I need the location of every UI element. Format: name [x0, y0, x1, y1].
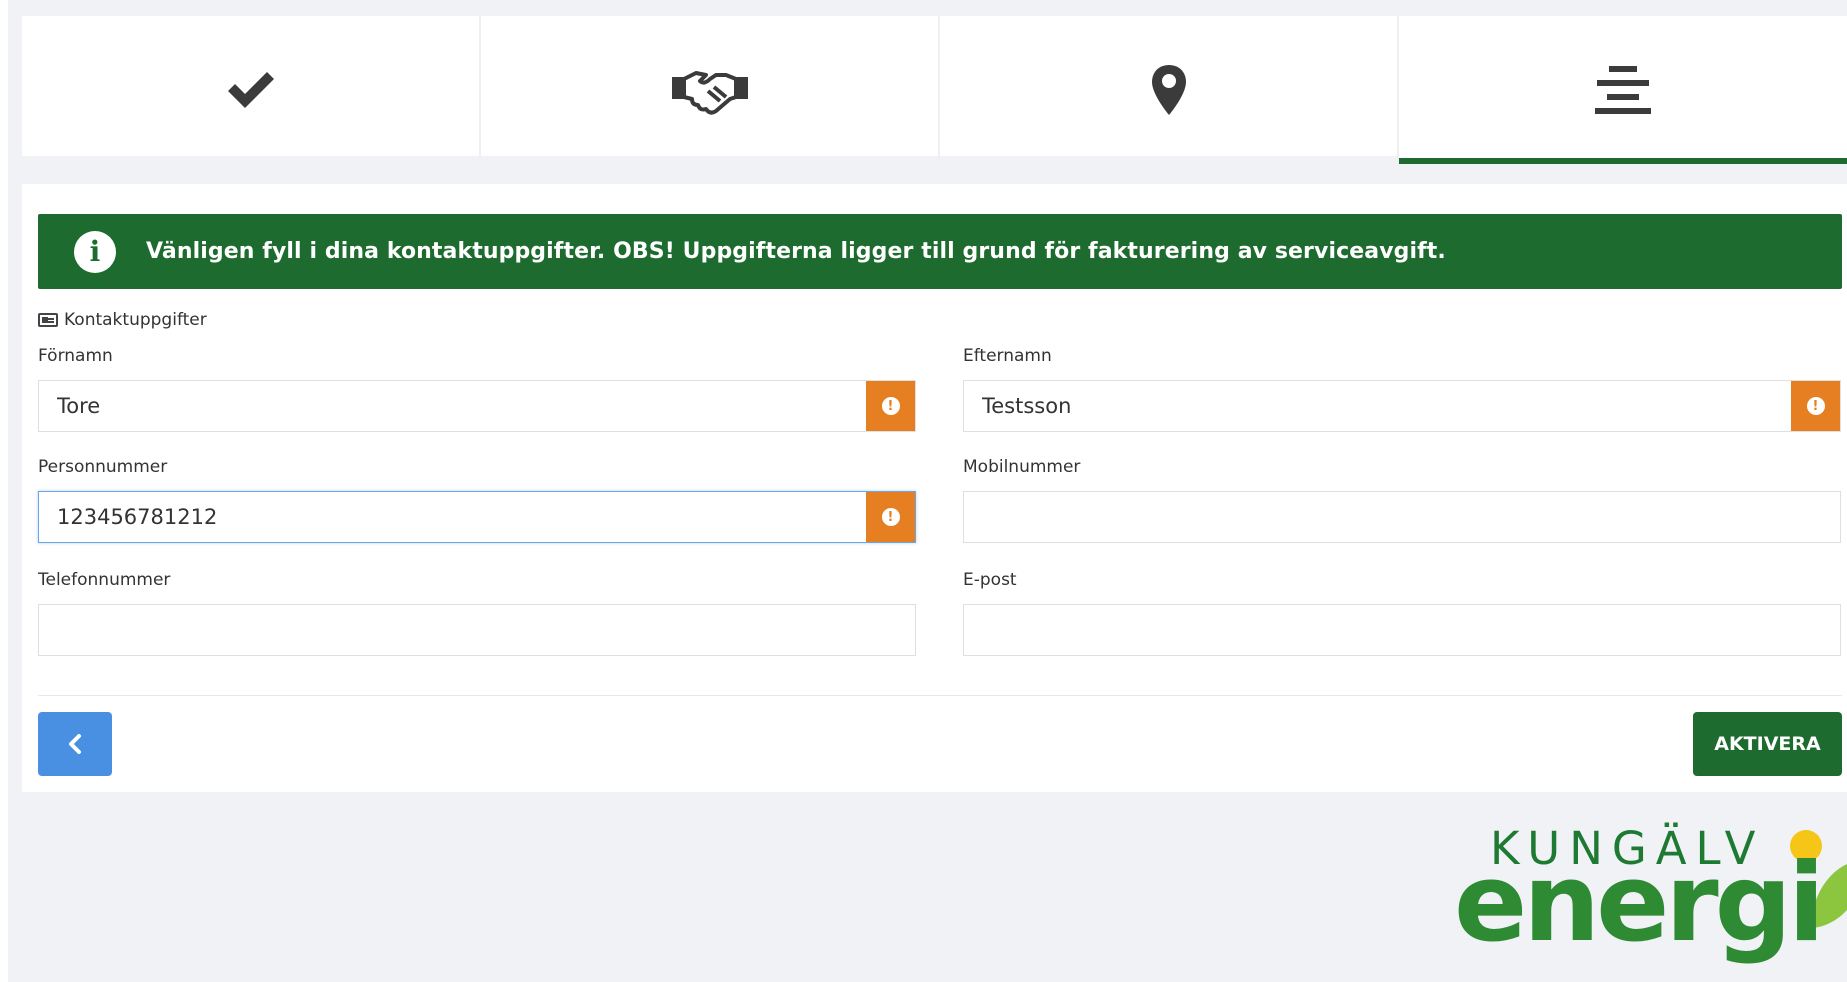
step-indicator — [940, 156, 1397, 164]
last-name-input-group: ! — [963, 380, 1841, 432]
personal-number-input-group: ! — [38, 491, 916, 543]
step-tab-confirm[interactable] — [22, 16, 481, 164]
last-name-warning: ! — [1791, 381, 1840, 431]
chevron-left-icon — [69, 734, 81, 754]
contact-form-panel: i Vänligen fyll i dina kontaktuppgifter.… — [22, 184, 1847, 792]
step-tab-location[interactable] — [940, 16, 1399, 164]
activate-button[interactable]: AKTIVERA — [1693, 712, 1842, 776]
phone-input-group — [38, 604, 916, 656]
step-active-indicator — [1399, 158, 1847, 164]
checkmark-icon — [227, 72, 274, 108]
mobile-input[interactable] — [964, 492, 1840, 542]
section-heading-label: Kontaktuppgifter — [64, 310, 207, 330]
last-name-field: Efternamn ! — [963, 346, 1841, 432]
back-button[interactable] — [38, 712, 112, 776]
id-card-icon — [38, 313, 58, 327]
email-input-group — [963, 604, 1841, 656]
exclamation-circle-icon: ! — [881, 508, 900, 526]
form-divider — [38, 695, 1842, 696]
align-center-icon — [1595, 66, 1651, 114]
exclamation-circle-icon: ! — [1806, 397, 1825, 415]
logo-bottom-text: energi — [1454, 841, 1825, 966]
last-name-input[interactable] — [964, 381, 1791, 431]
mobile-input-group — [963, 491, 1841, 543]
mobile-field: Mobilnummer — [963, 457, 1841, 543]
first-name-warning: ! — [866, 381, 915, 431]
first-name-field: Förnamn ! — [38, 346, 916, 432]
first-name-label: Förnamn — [38, 346, 113, 366]
personal-number-field: Personnummer ! — [38, 457, 916, 543]
step-indicator — [22, 156, 479, 164]
step-tab-contact[interactable] — [1399, 16, 1847, 164]
personal-number-label: Personnummer — [38, 457, 168, 477]
first-name-input-group: ! — [38, 380, 916, 432]
email-field: E-post — [963, 570, 1841, 656]
step-indicator — [481, 156, 938, 164]
personal-number-warning: ! — [866, 492, 915, 542]
kungalv-energi-logo: KUNGÄLV energi — [1450, 822, 1847, 982]
alert-text: Vänligen fyll i dina kontaktuppgifter. O… — [146, 239, 1446, 264]
phone-label: Telefonnummer — [38, 570, 171, 590]
email-input[interactable] — [964, 605, 1840, 655]
exclamation-circle-icon: ! — [881, 397, 900, 415]
phone-field: Telefonnummer — [38, 570, 916, 656]
step-tab-agreement[interactable] — [481, 16, 940, 164]
last-name-label: Efternamn — [963, 346, 1052, 366]
info-circle-icon: i — [74, 230, 116, 273]
personal-number-input[interactable] — [39, 492, 866, 542]
section-heading: Kontaktuppgifter — [38, 310, 207, 330]
mobile-label: Mobilnummer — [963, 457, 1081, 477]
first-name-input[interactable] — [39, 381, 866, 431]
info-alert: i Vänligen fyll i dina kontaktuppgifter.… — [38, 214, 1842, 289]
stepper-tabs — [22, 16, 1847, 164]
phone-input[interactable] — [39, 605, 915, 655]
handshake-icon — [671, 71, 748, 115]
email-label: E-post — [963, 570, 1017, 590]
map-marker-icon — [1151, 65, 1186, 115]
